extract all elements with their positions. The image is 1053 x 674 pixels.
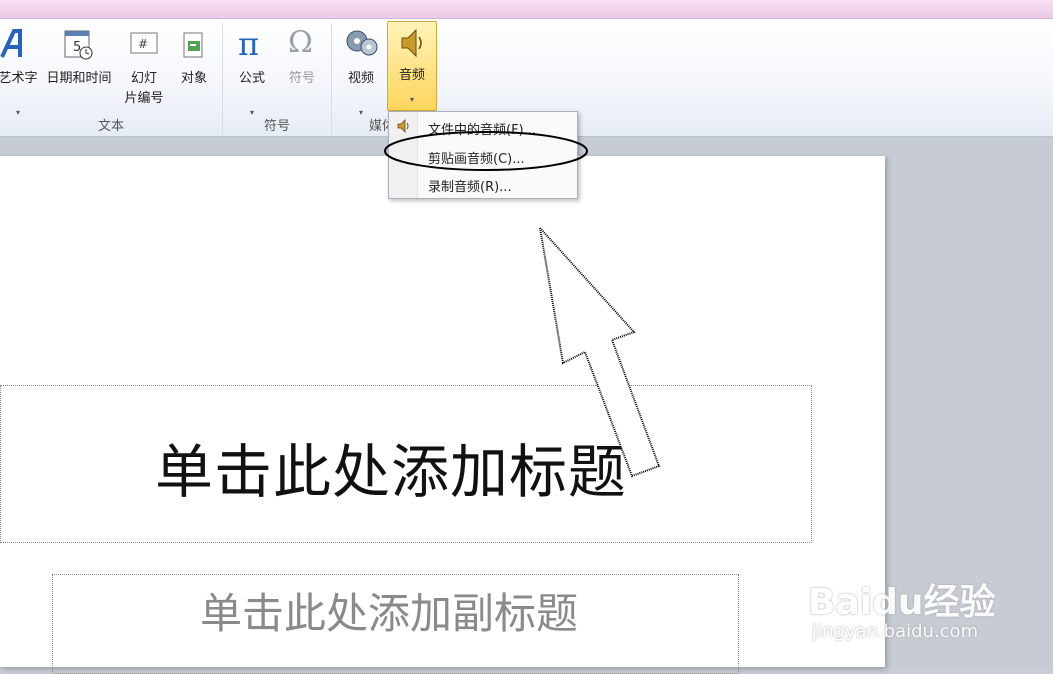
highlight-ellipse — [384, 131, 588, 171]
watermark-brand: Baidu经验 — [808, 582, 996, 623]
watermark-url: jingyan.baidu.com — [812, 621, 979, 642]
pointer-arrow-icon — [538, 224, 661, 478]
baidu-watermark: Baidu经验 jingyan.baidu.com — [808, 555, 1048, 655]
